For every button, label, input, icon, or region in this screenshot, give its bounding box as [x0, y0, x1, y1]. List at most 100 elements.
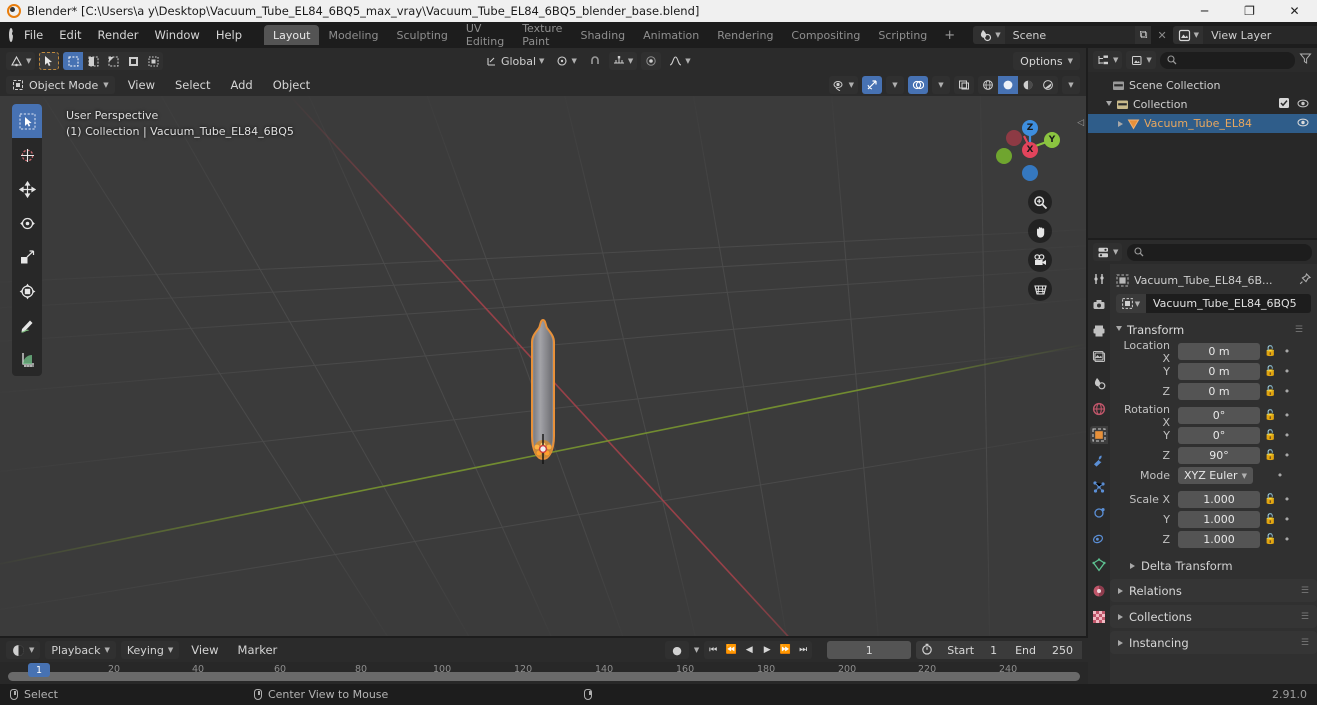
- tab-constraints[interactable]: [1090, 530, 1108, 548]
- proportional-falloff-button[interactable]: ▼: [665, 52, 694, 70]
- workspace-tab-scripting[interactable]: Scripting: [869, 25, 936, 45]
- workspace-tab-compositing[interactable]: Compositing: [782, 25, 869, 45]
- outliner-display-mode-button[interactable]: ▼: [1126, 51, 1156, 69]
- select-subtract-button[interactable]: [103, 52, 123, 70]
- workspace-tab-modeling[interactable]: Modeling: [319, 25, 387, 45]
- current-frame-input[interactable]: 1: [827, 641, 912, 659]
- shading-material-preview-button[interactable]: [1018, 76, 1038, 94]
- animate-dot-icon[interactable]: •: [1281, 533, 1293, 546]
- rotation-y-input[interactable]: 0°: [1178, 427, 1260, 444]
- lock-icon[interactable]: 🔓: [1264, 514, 1277, 525]
- tab-view-layer[interactable]: [1090, 348, 1108, 366]
- tab-scene[interactable]: [1090, 374, 1108, 392]
- tool-tweak-select[interactable]: [12, 104, 42, 138]
- animate-dot-icon[interactable]: •: [1281, 385, 1293, 398]
- scale-x-input[interactable]: 1.000: [1178, 491, 1260, 508]
- tool-rotate[interactable]: [12, 206, 42, 240]
- select-invert-button[interactable]: [123, 52, 143, 70]
- tool-annotate[interactable]: [12, 308, 42, 342]
- tool-transform[interactable]: [12, 274, 42, 308]
- animate-dot-icon[interactable]: •: [1274, 469, 1286, 482]
- scale-y-input[interactable]: 1.000: [1178, 511, 1260, 528]
- menu-render[interactable]: Render: [90, 25, 147, 45]
- workspace-tab-rendering[interactable]: Rendering: [708, 25, 782, 45]
- active-tool-button[interactable]: [39, 52, 60, 70]
- tool-move[interactable]: [12, 172, 42, 206]
- location-x-input[interactable]: 0 m: [1178, 343, 1260, 360]
- jump-to-end-button[interactable]: ⏭: [794, 641, 812, 659]
- tab-object-data[interactable]: [1090, 556, 1108, 574]
- viewport-options-button[interactable]: Options ▼: [1013, 52, 1081, 70]
- collection-checkbox[interactable]: [1279, 98, 1289, 111]
- shading-dropdown-button[interactable]: ▼: [1062, 76, 1080, 94]
- viewport-menu-add[interactable]: Add: [223, 76, 259, 94]
- next-keyframe-button[interactable]: ⏩: [776, 641, 794, 659]
- gizmo-axis-y-neg[interactable]: [996, 148, 1012, 164]
- chevron-down-icon[interactable]: [1106, 100, 1112, 109]
- snap-settings-button[interactable]: ▼: [608, 52, 638, 70]
- animate-dot-icon[interactable]: •: [1281, 429, 1293, 442]
- menu-help[interactable]: Help: [208, 25, 250, 45]
- shading-solid-button[interactable]: [998, 76, 1018, 94]
- chevron-down-icon[interactable]: ▼: [694, 646, 699, 654]
- tab-texture[interactable]: [1090, 608, 1108, 626]
- animate-dot-icon[interactable]: •: [1281, 513, 1293, 526]
- outliner-row-scene-collection[interactable]: Scene Collection: [1088, 76, 1317, 95]
- pivot-point-button[interactable]: ▼: [552, 52, 580, 70]
- lock-icon[interactable]: 🔓: [1264, 494, 1277, 505]
- relations-panel[interactable]: Relations ☰: [1110, 579, 1317, 602]
- object-mode-selector[interactable]: Object Mode ▼: [6, 76, 115, 94]
- navigation-gizmo[interactable]: Z Y X: [996, 110, 1064, 181]
- outliner-row-collection[interactable]: Collection: [1088, 95, 1317, 114]
- editor-type-button[interactable]: ▼: [6, 52, 36, 70]
- workspace-tab-sculpting[interactable]: Sculpting: [388, 25, 457, 45]
- timeline-menu-keying[interactable]: Keying ▼: [120, 641, 180, 659]
- snap-toggle-button[interactable]: [585, 52, 605, 70]
- animate-dot-icon[interactable]: •: [1281, 449, 1293, 462]
- auto-keying-toggle[interactable]: ●: [665, 641, 689, 659]
- shading-rendered-button[interactable]: [1038, 76, 1058, 94]
- tab-render[interactable]: [1090, 296, 1108, 314]
- viewport-menu-object[interactable]: Object: [266, 76, 317, 94]
- tool-scale[interactable]: [12, 240, 42, 274]
- object-browse-icon[interactable]: ▼: [1116, 294, 1146, 313]
- close-button[interactable]: ✕: [1272, 0, 1317, 22]
- view-layer-browse-button[interactable]: ▼: [1172, 26, 1204, 44]
- gizmo-axis-z[interactable]: Z: [1022, 120, 1038, 136]
- outliner-editor-type-button[interactable]: ▼: [1093, 51, 1123, 69]
- vacuum-tube-object[interactable]: [520, 316, 566, 468]
- timeline-menu-playback[interactable]: Playback ▼: [45, 641, 116, 659]
- use-preview-range-icon[interactable]: [916, 643, 938, 658]
- transform-panel-header[interactable]: Transform ☰: [1116, 320, 1311, 340]
- jump-to-start-button[interactable]: ⏮: [704, 641, 722, 659]
- animate-dot-icon[interactable]: •: [1281, 365, 1293, 378]
- camera-view-button[interactable]: [1028, 248, 1052, 272]
- maximize-button[interactable]: ❐: [1227, 0, 1272, 22]
- lock-icon[interactable]: 🔓: [1264, 366, 1277, 377]
- scene-unlink-button[interactable]: ✕: [1151, 29, 1172, 42]
- overlays-dropdown-button[interactable]: ▼: [932, 76, 950, 94]
- tab-modifiers[interactable]: [1090, 452, 1108, 470]
- visibility-dropdown-button[interactable]: ▼: [828, 76, 858, 94]
- gizmo-axis-x-neg[interactable]: [1006, 130, 1022, 146]
- scene-browse-button[interactable]: ▼: [973, 26, 1005, 44]
- instancing-panel[interactable]: Instancing ☰: [1110, 631, 1317, 654]
- tab-material[interactable]: [1090, 582, 1108, 600]
- proportional-edit-button[interactable]: [641, 52, 662, 70]
- 3d-viewport[interactable]: User Perspective (1) Collection | Vacuum…: [0, 96, 1086, 636]
- lock-icon[interactable]: 🔓: [1264, 346, 1277, 357]
- viewport-menu-select[interactable]: Select: [168, 76, 217, 94]
- end-frame-field[interactable]: End 250: [1006, 641, 1082, 659]
- properties-search-input[interactable]: [1127, 243, 1312, 261]
- rotation-mode-dropdown[interactable]: XYZ Euler ▼: [1178, 467, 1253, 484]
- overlays-toggle-button[interactable]: [908, 76, 928, 94]
- outliner-filter-button[interactable]: [1299, 52, 1312, 68]
- object-visibility-eye-icon[interactable]: [1297, 117, 1317, 130]
- rotation-z-input[interactable]: 90°: [1178, 447, 1260, 464]
- menu-file[interactable]: File: [16, 25, 51, 45]
- location-y-input[interactable]: 0 m: [1178, 363, 1260, 380]
- collection-visibility-eye-icon[interactable]: [1297, 98, 1309, 111]
- tab-output[interactable]: [1090, 322, 1108, 340]
- toggle-perspective-button[interactable]: [1028, 277, 1052, 301]
- pan-view-button[interactable]: [1028, 219, 1052, 243]
